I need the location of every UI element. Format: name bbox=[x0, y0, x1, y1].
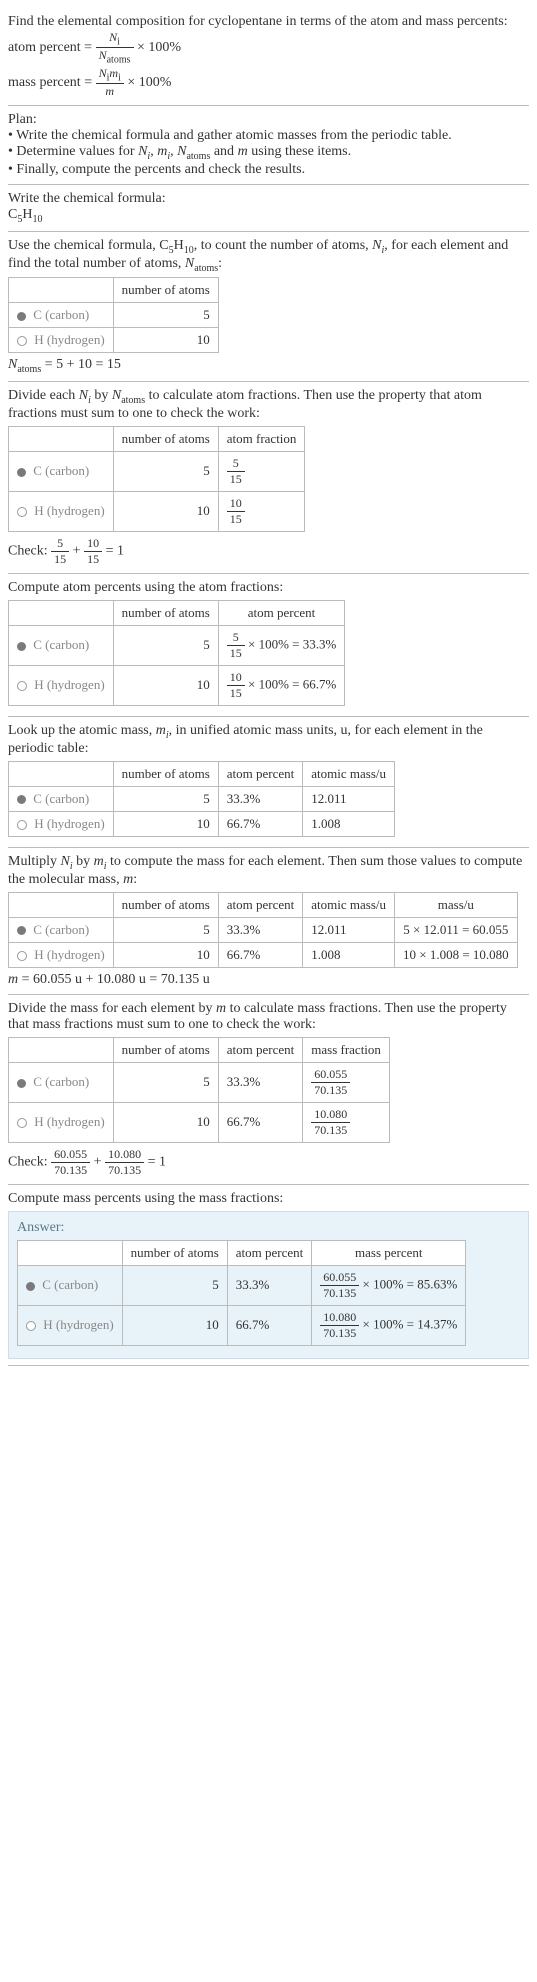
hydrogen-dot-icon bbox=[17, 1118, 27, 1128]
mf-table: number of atomsatom percentmass fraction… bbox=[8, 1037, 390, 1143]
table-row: C (carbon)533.3%60.05570.135 × 100% = 85… bbox=[18, 1265, 466, 1305]
table-row: H (hydrogen)101015 × 100% = 66.7% bbox=[9, 665, 345, 705]
table-row: H (hydrogen)101015 bbox=[9, 491, 305, 531]
af-table: number of atomsatom fraction C (carbon)5… bbox=[8, 426, 305, 532]
formula-val: C5H10 bbox=[8, 207, 529, 225]
hydrogen-dot-icon bbox=[17, 681, 27, 691]
carbon-dot-icon bbox=[26, 1282, 35, 1291]
am-table: number of atomsatom percentatomic mass/u… bbox=[8, 761, 395, 837]
plan-b1: • Write the chemical formula and gather … bbox=[8, 128, 529, 144]
hydrogen-dot-icon bbox=[17, 951, 27, 961]
mass-section: Multiply Ni by mi to compute the mass fo… bbox=[8, 848, 529, 995]
mass-percent-formula: mass percent = Nimim × 100% bbox=[8, 66, 529, 99]
carbon-dot-icon bbox=[17, 312, 26, 321]
formula-head: Write the chemical formula: bbox=[8, 191, 529, 207]
table-row: H (hydrogen)1066.7%10.08070.135 × 100% =… bbox=[18, 1305, 466, 1345]
ap-intro: Compute atom percents using the atom fra… bbox=[8, 580, 529, 596]
mass-intro: Multiply Ni by mi to compute the mass fo… bbox=[8, 854, 529, 888]
am-intro: Look up the atomic mass, mi, in unified … bbox=[8, 723, 529, 757]
plan: Plan: • Write the chemical formula and g… bbox=[8, 106, 529, 185]
table-row: C (carbon)5515 × 100% = 33.3% bbox=[9, 625, 345, 665]
table-row: C (carbon)5515 bbox=[9, 451, 305, 491]
carbon-dot-icon bbox=[17, 468, 26, 477]
carbon-dot-icon bbox=[17, 1079, 26, 1088]
table-row: C (carbon)533.3%60.05570.135 bbox=[9, 1062, 390, 1102]
plan-b3: • Finally, compute the percents and chec… bbox=[8, 162, 529, 178]
count-intro: Use the chemical formula, C5H10, to coun… bbox=[8, 238, 529, 274]
hydrogen-dot-icon bbox=[26, 1321, 36, 1331]
atom-percent-section: Compute atom percents using the atom fra… bbox=[8, 574, 529, 717]
af-check: Check: 515 + 1015 = 1 bbox=[8, 536, 529, 567]
af-intro: Divide each Ni by Natoms to calculate at… bbox=[8, 388, 529, 422]
table-row: C (carbon)533.3%12.0115 × 12.011 = 60.05… bbox=[9, 917, 518, 942]
atomic-mass-section: Look up the atomic mass, mi, in unified … bbox=[8, 717, 529, 848]
mf-check: Check: 60.05570.135 + 10.08070.135 = 1 bbox=[8, 1147, 529, 1178]
count-table: number of atoms C (carbon)5 H (hydrogen)… bbox=[8, 277, 219, 353]
mass-fraction-section: Divide the mass for each element by m to… bbox=[8, 995, 529, 1185]
atom-percent-formula: atom percent = NiNatoms × 100% bbox=[8, 30, 529, 66]
intro-text: Find the elemental composition for cyclo… bbox=[8, 14, 529, 30]
hydrogen-dot-icon bbox=[17, 336, 27, 346]
atom-fraction-section: Divide each Ni by Natoms to calculate at… bbox=[8, 382, 529, 574]
mass-eq: m = 60.055 u + 10.080 u = 70.135 u bbox=[8, 972, 529, 988]
answer-label: Answer: bbox=[17, 1220, 520, 1236]
carbon-dot-icon bbox=[17, 642, 26, 651]
mp-intro: Compute mass percents using the mass fra… bbox=[8, 1191, 529, 1207]
mass-table: number of atomsatom percentatomic mass/u… bbox=[8, 892, 518, 968]
ap-table: number of atomsatom percent C (carbon)55… bbox=[8, 600, 345, 706]
carbon-dot-icon bbox=[17, 926, 26, 935]
mass-percent-section: Compute mass percents using the mass fra… bbox=[8, 1185, 529, 1366]
answer-table: number of atomsatom percentmass percent … bbox=[17, 1240, 466, 1346]
answer-box: Answer: number of atomsatom percentmass … bbox=[8, 1211, 529, 1359]
table-row: H (hydrogen)1066.7%10.08070.135 bbox=[9, 1102, 390, 1142]
table-row: H (hydrogen)1066.7%1.00810 × 1.008 = 10.… bbox=[9, 942, 518, 967]
count-section: Use the chemical formula, C5H10, to coun… bbox=[8, 232, 529, 382]
table-row: H (hydrogen)10 bbox=[9, 328, 219, 353]
hydrogen-dot-icon bbox=[17, 507, 27, 517]
table-row: H (hydrogen)1066.7%1.008 bbox=[9, 811, 395, 836]
hydrogen-dot-icon bbox=[17, 820, 27, 830]
table-row: C (carbon)533.3%12.011 bbox=[9, 786, 395, 811]
count-eq: Natoms = 5 + 10 = 15 bbox=[8, 357, 529, 375]
mf-intro: Divide the mass for each element by m to… bbox=[8, 1001, 529, 1033]
table-row: C (carbon)5 bbox=[9, 303, 219, 328]
formula-section: Write the chemical formula: C5H10 bbox=[8, 185, 529, 232]
plan-head: Plan: bbox=[8, 112, 529, 128]
carbon-dot-icon bbox=[17, 795, 26, 804]
plan-b2: • Determine values for Ni, mi, Natoms an… bbox=[8, 144, 529, 162]
intro: Find the elemental composition for cyclo… bbox=[8, 8, 529, 106]
